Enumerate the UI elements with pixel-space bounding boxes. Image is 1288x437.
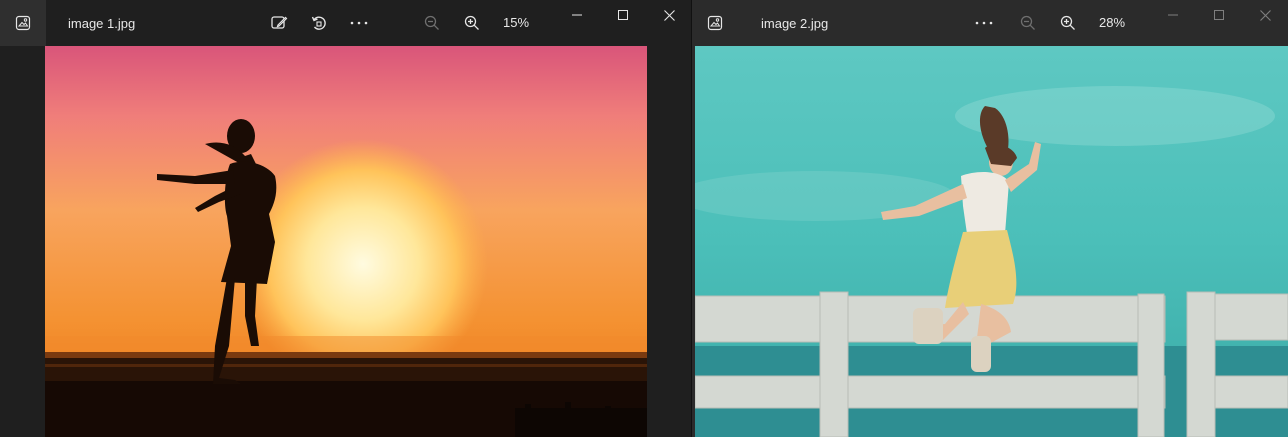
zoom-in-icon[interactable]	[459, 10, 485, 36]
photo-viewer-window-2: image 2.jpg 28%	[692, 0, 1288, 437]
title-bar[interactable]: image 1.jpg 15%	[0, 0, 692, 46]
more-options-icon[interactable]	[971, 10, 997, 36]
photo-sunset-silhouette	[45, 46, 647, 437]
window-title: image 1.jpg	[68, 16, 136, 31]
edit-image-icon[interactable]	[266, 10, 292, 36]
close-icon[interactable]	[1242, 0, 1288, 30]
zoom-level[interactable]: 15%	[503, 15, 529, 30]
zoom-out-icon[interactable]	[419, 10, 445, 36]
close-icon[interactable]	[646, 0, 692, 30]
title-bar[interactable]: image 2.jpg 28%	[692, 0, 1288, 46]
photos-app-icon	[0, 0, 46, 46]
zoom-out-icon[interactable]	[1015, 10, 1041, 36]
zoom-level[interactable]: 28%	[1099, 15, 1125, 30]
rotate-icon[interactable]	[306, 10, 332, 36]
window-title: image 2.jpg	[761, 16, 829, 31]
photo-jumping-girl	[695, 46, 1288, 437]
maximize-icon[interactable]	[1196, 0, 1242, 30]
photos-app-icon	[692, 0, 738, 46]
photo-viewer-window-1: image 1.jpg 15%	[0, 0, 692, 437]
more-options-icon[interactable]	[346, 10, 372, 36]
maximize-icon[interactable]	[600, 0, 646, 30]
zoom-in-icon[interactable]	[1055, 10, 1081, 36]
minimize-icon[interactable]	[554, 0, 600, 30]
minimize-icon[interactable]	[1150, 0, 1196, 30]
